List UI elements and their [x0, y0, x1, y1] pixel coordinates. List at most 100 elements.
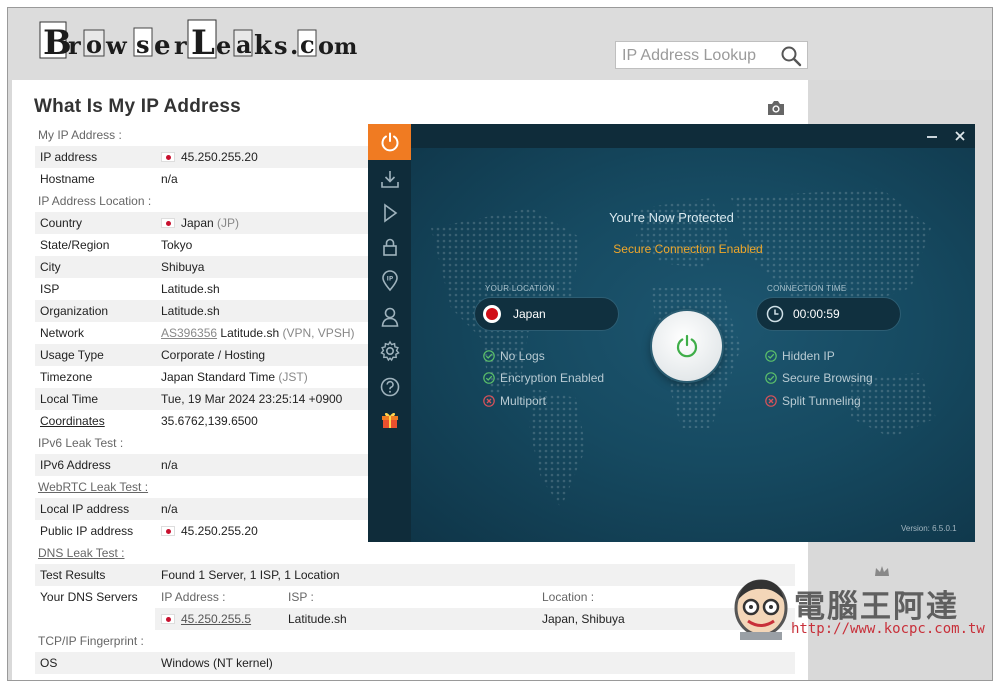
row-label: Local Time [40, 392, 99, 406]
row-label: Local IP address [40, 502, 130, 516]
gear-icon [379, 340, 400, 362]
feature-no-logs: No Logs [483, 349, 545, 363]
row-label: Network [40, 326, 85, 340]
sidebar-ip-tab[interactable]: IP [368, 264, 411, 298]
section-dns-link[interactable]: DNS Leak Test : [38, 546, 124, 560]
svg-text:e: e [216, 31, 231, 60]
network-value: Latitude.sh [220, 326, 280, 340]
location-value: Japan [513, 307, 546, 321]
feature-multiport: Multiport [483, 394, 546, 408]
os-value: Windows (NT kernel) [161, 656, 273, 670]
row-label: IPv6 Address [40, 458, 111, 472]
feature-label: Multiport [500, 394, 547, 408]
japan-flag-icon [161, 152, 175, 162]
vpn-titlebar [411, 124, 975, 148]
sidebar-help-tab[interactable] [368, 370, 411, 404]
asn-link[interactable]: AS396356 [161, 326, 217, 340]
section-webrtc-link[interactable]: WebRTC Leak Test : [38, 480, 148, 494]
japan-flag-icon [161, 614, 175, 624]
site-header: B r o w s e r L e a k s . c o m IP Addre… [8, 8, 992, 80]
check-circle-icon [765, 350, 777, 362]
your-location-label: YOUR LOCATION [485, 284, 555, 293]
row-label: State/Region [40, 238, 110, 252]
ip-lookup-input[interactable] [622, 46, 772, 66]
feature-label: Hidden IP [782, 349, 835, 363]
vpn-client-window: IP You're Now Protected Secure Connectio… [368, 124, 975, 542]
dns-ip-link[interactable]: 45.250.255.5 [181, 612, 251, 626]
japan-flag-icon [161, 218, 175, 228]
search-icon[interactable] [780, 45, 802, 67]
logo-lettering: B r o w s e r L e a k s . c o m [39, 19, 357, 63]
feature-split-tunneling: Split Tunneling [765, 394, 861, 408]
feature-label: Encryption Enabled [500, 371, 605, 385]
dns-servers-row: Your DNS Servers IP Address : ISP : Loca… [35, 586, 795, 630]
table-row: OS Windows (NT kernel) [35, 652, 795, 674]
dns-servers-table: IP Address : ISP : Location : 45.250.255… [155, 586, 795, 630]
feature-label: Secure Browsing [782, 371, 873, 385]
ip-address-value: 45.250.255.20 [181, 150, 258, 164]
dns-col-location: Location : [542, 590, 595, 604]
sidebar-account-tab[interactable] [368, 300, 411, 334]
version-label: Version: 6.5.0.1 [901, 524, 957, 533]
row-label: City [40, 260, 61, 274]
power-icon [381, 132, 398, 152]
x-circle-icon [483, 395, 495, 407]
check-circle-icon [483, 350, 495, 362]
svg-text:L: L [191, 23, 215, 63]
svg-text:s: s [274, 31, 288, 60]
feature-label: No Logs [500, 349, 545, 363]
section-tcp: TCP/IP Fingerprint : [38, 634, 144, 648]
svg-text:.: . [290, 31, 298, 60]
svg-text:a: a [236, 30, 252, 59]
row-label: Test Results [40, 568, 106, 582]
dns-col-ip: IP Address : [161, 590, 226, 604]
minimize-icon[interactable] [924, 128, 940, 144]
site-logo[interactable]: B r o w s e r L e a k s . c o m [38, 16, 358, 64]
svg-text:e: e [154, 31, 171, 61]
ip-lookup-search[interactable] [615, 41, 808, 69]
watermark-url: http://www.kocpc.com.tw [791, 621, 985, 637]
dns-location-value: Japan, Shibuya [542, 612, 625, 626]
table-row: Test Results Found 1 Server, 1 ISP, 1 Lo… [35, 564, 795, 586]
sidebar-power-tab[interactable] [368, 124, 411, 160]
protection-status-heading: You're Now Protected [609, 210, 734, 225]
location-selector[interactable]: Japan [474, 297, 619, 331]
row-label: Public IP address [40, 524, 134, 538]
svg-text:r: r [68, 31, 81, 60]
feature-hidden-ip: Hidden IP [765, 349, 835, 363]
svg-text:IP: IP [386, 276, 393, 283]
feature-label: Split Tunneling [782, 394, 861, 408]
row-label: Timezone [40, 370, 93, 384]
test-results-value: Found 1 Server, 1 ISP, 1 Location [161, 568, 340, 582]
close-icon[interactable] [952, 128, 968, 144]
japan-flag-icon [161, 526, 175, 536]
gift-icon [381, 412, 398, 428]
timezone-abbr: (JST) [278, 370, 308, 384]
vpn-sidebar: IP [368, 124, 411, 542]
camera-icon[interactable] [766, 100, 786, 116]
sidebar-gift-tab[interactable] [368, 402, 411, 436]
timezone-value: Japan Standard Time [161, 370, 276, 384]
feature-encryption: Encryption Enabled [483, 371, 604, 385]
svg-text:k: k [254, 31, 273, 61]
svg-text:o: o [86, 30, 102, 59]
row-label: Hostname [40, 172, 95, 186]
sidebar-settings-tab[interactable] [368, 334, 411, 368]
help-icon [380, 377, 399, 397]
connection-time-label: CONNECTION TIME [767, 284, 847, 293]
connect-power-button[interactable] [652, 311, 722, 381]
country-code: (JP) [217, 216, 240, 230]
connection-time-display: 00:00:59 [756, 297, 901, 331]
svg-text:m: m [334, 34, 357, 60]
download-icon [380, 171, 399, 188]
user-icon [381, 307, 398, 327]
dns-isp-value: Latitude.sh [288, 612, 347, 626]
coordinates-link[interactable]: Coordinates [40, 414, 105, 428]
check-circle-icon [765, 372, 777, 384]
svg-text:s: s [136, 30, 150, 59]
svg-text:o: o [318, 31, 334, 60]
sidebar-download-tab[interactable] [368, 162, 411, 196]
secure-connection-status: Secure Connection Enabled [613, 242, 763, 256]
page-title: What Is My IP Address [34, 96, 241, 117]
crown-icon [875, 566, 889, 576]
